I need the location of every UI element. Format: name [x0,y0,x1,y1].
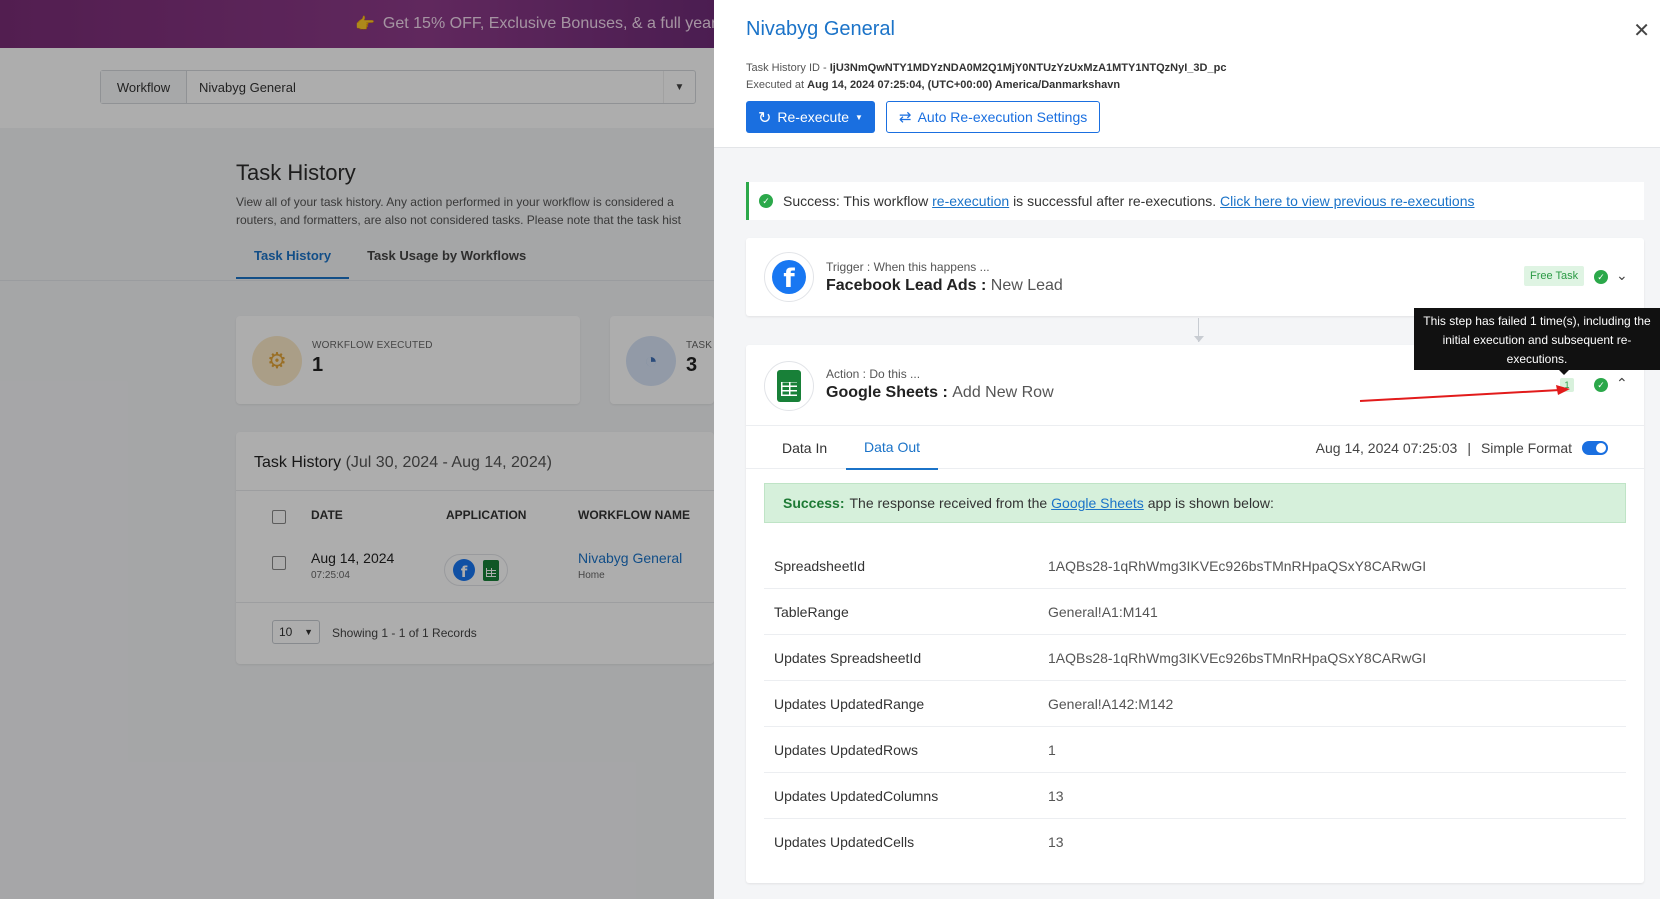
field-value: 1AQBs28-1qRhWmg3IKVEc926bsTMnRHpaQSxY8CA… [1048,649,1427,666]
table-row: Updates UpdatedColumns 13 [764,773,1626,819]
tab-data-in[interactable]: Data In [764,426,845,470]
success-check-icon: ✓ [1594,270,1608,284]
field-value: 1AQBs28-1qRhWmg3IKVEc926bsTMnRHpaQSxY8CA… [1048,557,1427,574]
success-check-icon: ✓ [1594,378,1608,392]
field-key: Updates UpdatedCells [774,834,915,850]
executed-value: Aug 14, 2024 07:25:04, (UTC+00:00) Ameri… [807,79,1121,91]
trigger-app-icon: f [764,252,814,302]
drawer-title: Nivabyg General [746,18,895,40]
success-middle: is successful after re-executions. [1013,193,1217,209]
repeat-icon: ⇄ [899,108,912,126]
re-execute-label: Re-execute [777,109,849,125]
table-row: Updates UpdatedCells 13 [764,819,1626,865]
response-success-banner: Success: The response received from the … [764,483,1626,523]
field-key: Updates UpdatedRange [774,695,925,712]
auto-reexecution-settings-button[interactable]: ⇄ Auto Re-execution Settings [886,101,1101,133]
action-name: Google Sheets : Add New Row [826,384,1054,402]
table-row: Updates SpreadsheetId 1AQBs28-1qRhWmg3IK… [764,635,1626,681]
task-history-id: Task History ID - IjU3NmQwNTY1MDYzNDA0M2… [746,62,1226,74]
caret-down-icon: ▼ [855,112,863,122]
field-value: 13 [1048,834,1064,850]
table-row: Updates UpdatedRows 1 [764,727,1626,773]
re-execution-link[interactable]: re-execution [932,193,1009,209]
field-key: SpreadsheetId [774,557,866,574]
free-task-badge: Free Task [1524,266,1585,286]
separator: | [1467,440,1471,456]
executed-label: Executed at [746,79,805,91]
trigger-event: New Lead [990,277,1063,294]
action-event: Add New Row [952,384,1054,401]
response-status: Success: [783,495,845,511]
response-text-post: app is shown below: [1147,495,1274,511]
action-step-card: Action : Do this ... Google Sheets : Add… [746,345,1644,883]
auto-reexecution-label: Auto Re-execution Settings [917,109,1088,125]
trigger-name: Facebook Lead Ads : New Lead [826,277,1063,295]
redo-icon: ↻ [758,107,772,127]
trigger-app: Facebook Lead Ads : [826,277,987,294]
data-tab-tools: Aug 14, 2024 07:25:03 | Simple Format [1316,426,1608,470]
action-app-icon [764,361,814,411]
tooltip-pointer [1559,370,1569,375]
annotation-arrow-icon [1359,385,1570,402]
chevron-down-icon[interactable]: ⌄ [1616,267,1628,284]
table-row: TableRange General!A1:M141 [764,589,1626,635]
chevron-up-icon[interactable]: ⌃ [1616,375,1628,392]
view-previous-reexecutions-link[interactable]: Click here to view previous re-execution… [1220,193,1474,209]
table-row: Updates UpdatedRange General!A142:M142 [764,681,1626,727]
field-value: General!A142:M142 [1048,695,1174,712]
field-key: Updates UpdatedColumns [774,787,939,804]
failure-tooltip: This step has failed 1 time(s), includin… [1414,308,1660,370]
check-circle-icon: ✓ [759,194,773,208]
task-id-value: IjU3NmQwNTY1MDYzNDA0M2Q1MjY0NTUzYzUxMzA1… [829,62,1227,74]
trigger-step-card[interactable]: f Trigger : When this happens ... Facebo… [746,238,1644,316]
field-value: 13 [1048,787,1064,804]
field-key: Updates SpreadsheetId [774,649,922,666]
google-sheets-link[interactable]: Google Sheets [1051,495,1144,511]
facebook-icon: f [772,260,806,294]
connector-arrow-icon [1194,336,1204,342]
re-execute-button[interactable]: ↻ Re-execute ▼ [746,101,875,133]
field-key: Updates UpdatedRows [774,741,918,758]
success-alert: ✓ Success: This workflow re-execution is… [746,182,1644,220]
field-value: General!A1:M141 [1048,603,1158,620]
response-data-table: SpreadsheetId 1AQBs28-1qRhWmg3IKVEc926bs… [764,543,1626,865]
drawer-header: Nivabyg General ✕ Task History ID - IjU3… [714,0,1660,148]
tab-data-out[interactable]: Data Out [846,426,939,470]
modal-backdrop[interactable] [0,0,714,899]
field-value: 1 [1048,741,1056,758]
executed-at: Executed at Aug 14, 2024 07:25:04, (UTC+… [746,79,1120,91]
simple-format-label: Simple Format [1480,440,1572,456]
task-detail-drawer: Nivabyg General ✕ Task History ID - IjU3… [714,0,1660,899]
success-prefix: Success: This workflow [783,193,929,209]
action-subtitle: Action : Do this ... [826,367,921,381]
trigger-subtitle: Trigger : When this happens ... [826,260,990,274]
google-sheets-icon [777,370,801,402]
action-app: Google Sheets : [826,384,948,401]
data-tabs: Data In Data Out Aug 14, 2024 07:25:03 |… [746,425,1644,470]
step-timestamp: Aug 14, 2024 07:25:03 [1315,440,1458,456]
task-id-label: Task History ID - [746,62,827,74]
field-key: TableRange [774,603,849,620]
close-icon[interactable]: ✕ [1633,18,1650,43]
simple-format-toggle[interactable] [1582,441,1608,455]
table-row: SpreadsheetId 1AQBs28-1qRhWmg3IKVEc926bs… [764,543,1626,589]
response-text-pre: The response received from the [849,495,1048,511]
